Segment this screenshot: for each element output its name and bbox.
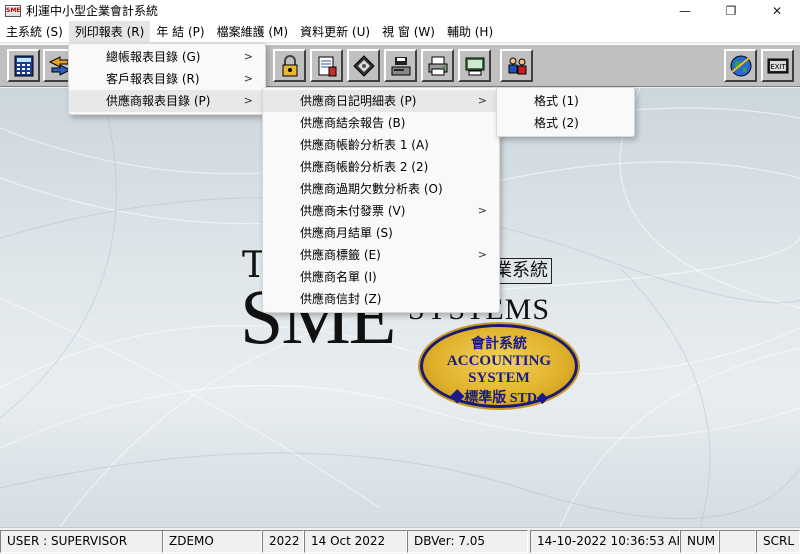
menu-item-label: 供應商未付發票 (V) (300, 204, 406, 218)
status-datetime: 14-10-2022 10:36:53 AM (530, 530, 680, 553)
menu-item-label: 格式 (2) (534, 116, 579, 130)
menu-item-label: 供應商過期欠數分析表 (O) (300, 182, 443, 196)
title-bar: SME 利運中小型企業會計系統 — ❐ ✕ (0, 0, 800, 21)
menu-customer-reports[interactable]: 客戶報表目錄 (R) > (69, 68, 265, 90)
menu-item-label: 總帳報表目錄 (G) (106, 50, 201, 64)
menu-supplier-aging-2[interactable]: 供應商帳齡分析表 2 (2) (263, 156, 499, 178)
printer-icon[interactable] (421, 49, 454, 82)
menu-supplier-reports[interactable]: 供應商報表目錄 (P) > (69, 90, 265, 112)
status-empty (719, 530, 756, 553)
menu-item-label: 供應商帳齡分析表 2 (2) (300, 160, 429, 174)
menu-item-label: 供應商名單 (I) (300, 270, 377, 284)
seal-edition: ◆標準版 STD◆ (450, 391, 548, 406)
status-date: 14 Oct 2022 (304, 530, 407, 553)
submenu-arrow-icon: > (243, 50, 253, 63)
menu-item-label: 供應商信封 (Z) (300, 292, 382, 306)
diskette-icon[interactable] (347, 49, 380, 82)
menu-file-maintenance[interactable]: 檔案維護 (M) (211, 21, 295, 43)
globe-icon[interactable] (724, 49, 757, 82)
menu-format-2[interactable]: 格式 (2) (497, 112, 634, 134)
menu-print-reports[interactable]: 列印報表 (R) (68, 20, 151, 43)
exit-button[interactable]: EXIT (761, 49, 794, 82)
close-button[interactable]: ✕ (754, 0, 800, 21)
status-user: USER : SUPERVISOR (0, 530, 164, 553)
menu-item-label: 格式 (1) (534, 94, 579, 108)
submenu-arrow-icon: > (243, 72, 253, 85)
backup-icon[interactable] (384, 49, 417, 82)
menu-data-update[interactable]: 資料更新 (U) (294, 21, 376, 43)
menu-item-label: 供應商月結單 (S) (300, 226, 393, 240)
reports-icon[interactable] (458, 49, 491, 82)
status-bar: USER : SUPERVISOR ZDEMO 2022 14 Oct 2022… (0, 527, 800, 554)
menu-item-label: 供應商帳齡分析表 1 (A) (300, 138, 429, 152)
status-num-lock: NUM (680, 530, 719, 553)
status-dbver: DBVer: 7.05 (407, 530, 528, 553)
menu-format-1[interactable]: 格式 (1) (497, 90, 634, 112)
menu-supplier-labels[interactable]: 供應商標籤 (E) > (263, 244, 499, 266)
minimize-button[interactable]: — (662, 0, 708, 21)
menu-item-label: 供應商標籤 (E) (300, 248, 381, 262)
menu-supplier-balance-report[interactable]: 供應商結余報告 (B) (263, 112, 499, 134)
app-icon: SME (5, 4, 21, 17)
ledger-icon[interactable] (310, 49, 343, 82)
submenu-arrow-icon: > (477, 94, 487, 107)
status-company: ZDEMO (162, 530, 262, 553)
exit-icon: EXIT (770, 63, 786, 71)
menu-supplier-list[interactable]: 供應商名單 (I) (263, 266, 499, 288)
menu-supplier-envelopes[interactable]: 供應商信封 (Z) (263, 288, 499, 310)
lock-icon[interactable] (273, 49, 306, 82)
menu-item-label: 供應商結余報告 (B) (300, 116, 406, 130)
menu-main-system[interactable]: 主系統 (S) (0, 21, 69, 43)
accounting-system-seal: 會計系統 ACCOUNTING SYSTEM ◆標準版 STD◆ (420, 324, 578, 408)
menu-supplier-aging-1[interactable]: 供應商帳齡分析表 1 (A) (263, 134, 499, 156)
users-icon[interactable] (500, 49, 533, 82)
menu-item-label: 供應商日記明細表 (P) (300, 94, 417, 108)
supplier-reports-menu: 供應商日記明細表 (P) > 供應商結余報告 (B) 供應商帳齡分析表 1 (A… (262, 87, 500, 313)
menu-item-label: 供應商報表目錄 (P) (106, 94, 211, 108)
calculator-icon[interactable] (7, 49, 40, 82)
menu-supplier-journal-detail[interactable]: 供應商日記明細表 (P) > (263, 90, 499, 112)
submenu-arrow-icon: > (477, 248, 487, 261)
menu-general-ledger-reports[interactable]: 總帳報表目錄 (G) > (69, 46, 265, 68)
menu-supplier-overdue-analysis[interactable]: 供應商過期欠數分析表 (O) (263, 178, 499, 200)
menu-supplier-monthly-statement[interactable]: 供應商月結單 (S) (263, 222, 499, 244)
menu-item-label: 客戶報表目錄 (R) (106, 72, 200, 86)
menu-window[interactable]: 視 窗 (W) (376, 21, 441, 43)
menu-supplier-unpaid-invoices[interactable]: 供應商未付發票 (V) > (263, 200, 499, 222)
menu-help[interactable]: 輔助 (H) (441, 21, 499, 43)
submenu-arrow-icon: > (477, 204, 487, 217)
menu-bar: 主系統 (S) 列印報表 (R) 年 結 (P) 檔案維護 (M) 資料更新 (… (0, 20, 800, 43)
menu-year-end[interactable]: 年 結 (P) (150, 21, 210, 43)
status-scroll-lock: SCRL (756, 530, 800, 553)
print-reports-menu: 總帳報表目錄 (G) > 客戶報表目錄 (R) > 供應商報表目錄 (P) > (68, 43, 266, 115)
seal-english-title: ACCOUNTING SYSTEM (446, 353, 552, 386)
seal-chinese-title: 會計系統 (471, 337, 527, 352)
maximize-button[interactable]: ❐ (708, 0, 754, 21)
window-title: 利運中小型企業會計系統 (26, 4, 159, 18)
journal-format-menu: 格式 (1) 格式 (2) (496, 87, 635, 137)
submenu-arrow-icon: > (243, 94, 253, 107)
status-year: 2022 (262, 530, 304, 553)
